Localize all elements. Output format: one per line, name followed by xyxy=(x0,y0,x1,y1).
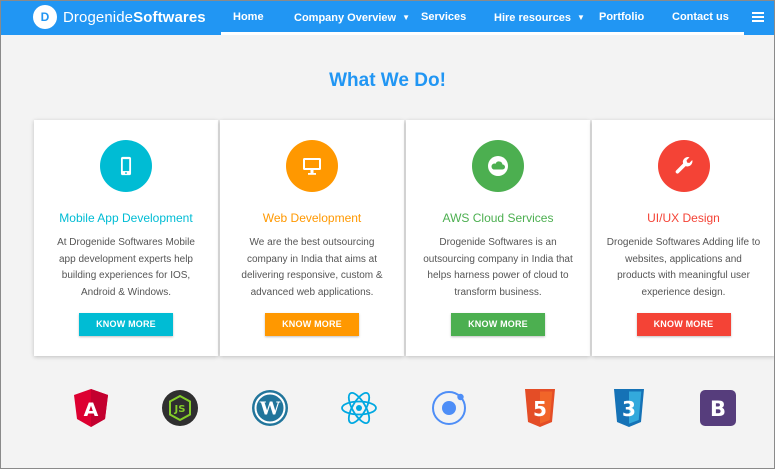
brand-logo[interactable]: D DrogenideSoftwares xyxy=(33,5,206,29)
service-card-uiux: UI/UX Design Drogenide Softwares Adding … xyxy=(592,120,775,356)
service-card-title: Mobile App Development xyxy=(59,211,193,225)
desktop-monitor-icon xyxy=(286,140,338,192)
chevron-down-icon: ▼ xyxy=(402,13,411,22)
angular-logo-label: A xyxy=(84,399,99,421)
nav-item-contact-us[interactable]: Contact us xyxy=(672,0,729,35)
react-logo-icon xyxy=(339,388,379,428)
service-card-title: Web Development xyxy=(262,211,362,225)
services-cards: Mobile App Development At Drogenide Soft… xyxy=(34,120,775,356)
brand-name: DrogenideSoftwares xyxy=(63,8,206,26)
angular-logo-icon: A xyxy=(71,388,111,428)
technology-logos: A JS W 5 3 B xyxy=(0,388,775,436)
nav-item-label: Company Overview xyxy=(294,12,397,24)
nav-active-underline xyxy=(221,32,744,35)
know-more-button[interactable]: KNOW MORE xyxy=(79,313,173,336)
service-card-description: Drogenide Softwares Adding life to websi… xyxy=(606,237,761,298)
service-card-title: AWS Cloud Services xyxy=(442,211,554,225)
service-card-description: At Drogenide Softwares Mobile app develo… xyxy=(57,237,195,298)
nav-item-home[interactable]: Home xyxy=(233,0,264,35)
brand-logo-icon: D xyxy=(33,5,57,29)
hamburger-menu-icon[interactable] xyxy=(752,12,764,22)
bootstrap-logo-label: B xyxy=(710,397,726,421)
wordpress-logo-icon: W xyxy=(250,388,290,428)
nav-item-label: Hire resources xyxy=(494,12,572,24)
ionic-logo-icon xyxy=(429,388,469,428)
css3-logo-label: 3 xyxy=(622,397,636,421)
top-navbar: D DrogenideSoftwares Home Company Overvi… xyxy=(0,0,775,35)
service-card-aws: AWS Cloud Services Drogenide Softwares i… xyxy=(406,120,590,356)
nodejs-logo-label: JS xyxy=(174,404,186,415)
know-more-button[interactable]: KNOW MORE xyxy=(265,313,359,336)
nav-item-hire-resources[interactable]: Hire resources ▼ xyxy=(494,0,585,35)
html5-logo-icon: 5 xyxy=(520,388,560,428)
know-more-button[interactable]: KNOW MORE xyxy=(636,313,731,336)
nav-item-portfolio[interactable]: Portfolio xyxy=(599,0,644,35)
section-title: What We Do! xyxy=(329,70,446,91)
service-card-description: We are the best outsourcing company in I… xyxy=(241,237,383,298)
service-card-title: UI/UX Design xyxy=(647,211,720,225)
chevron-down-icon: ▼ xyxy=(577,13,585,22)
bootstrap-logo-icon: B xyxy=(698,388,738,428)
html5-logo-label: 5 xyxy=(533,397,547,421)
know-more-button[interactable]: KNOW MORE xyxy=(451,313,545,336)
service-card-mobile: Mobile App Development At Drogenide Soft… xyxy=(34,120,218,356)
nav-item-services[interactable]: Services xyxy=(421,0,466,35)
nav-item-company-overview[interactable]: Company Overview ▼ xyxy=(294,0,410,35)
css3-logo-icon: 3 xyxy=(609,388,649,428)
wrench-icon xyxy=(657,140,710,192)
nodejs-logo-icon: JS xyxy=(160,388,200,428)
service-card-description: Drogenide Softwares is an outsourcing co… xyxy=(423,237,573,298)
cloud-icon xyxy=(472,140,524,192)
mobile-phone-icon xyxy=(100,140,152,192)
service-card-web: Web Development We are the best outsourc… xyxy=(220,120,404,356)
wordpress-logo-label: W xyxy=(259,399,281,420)
